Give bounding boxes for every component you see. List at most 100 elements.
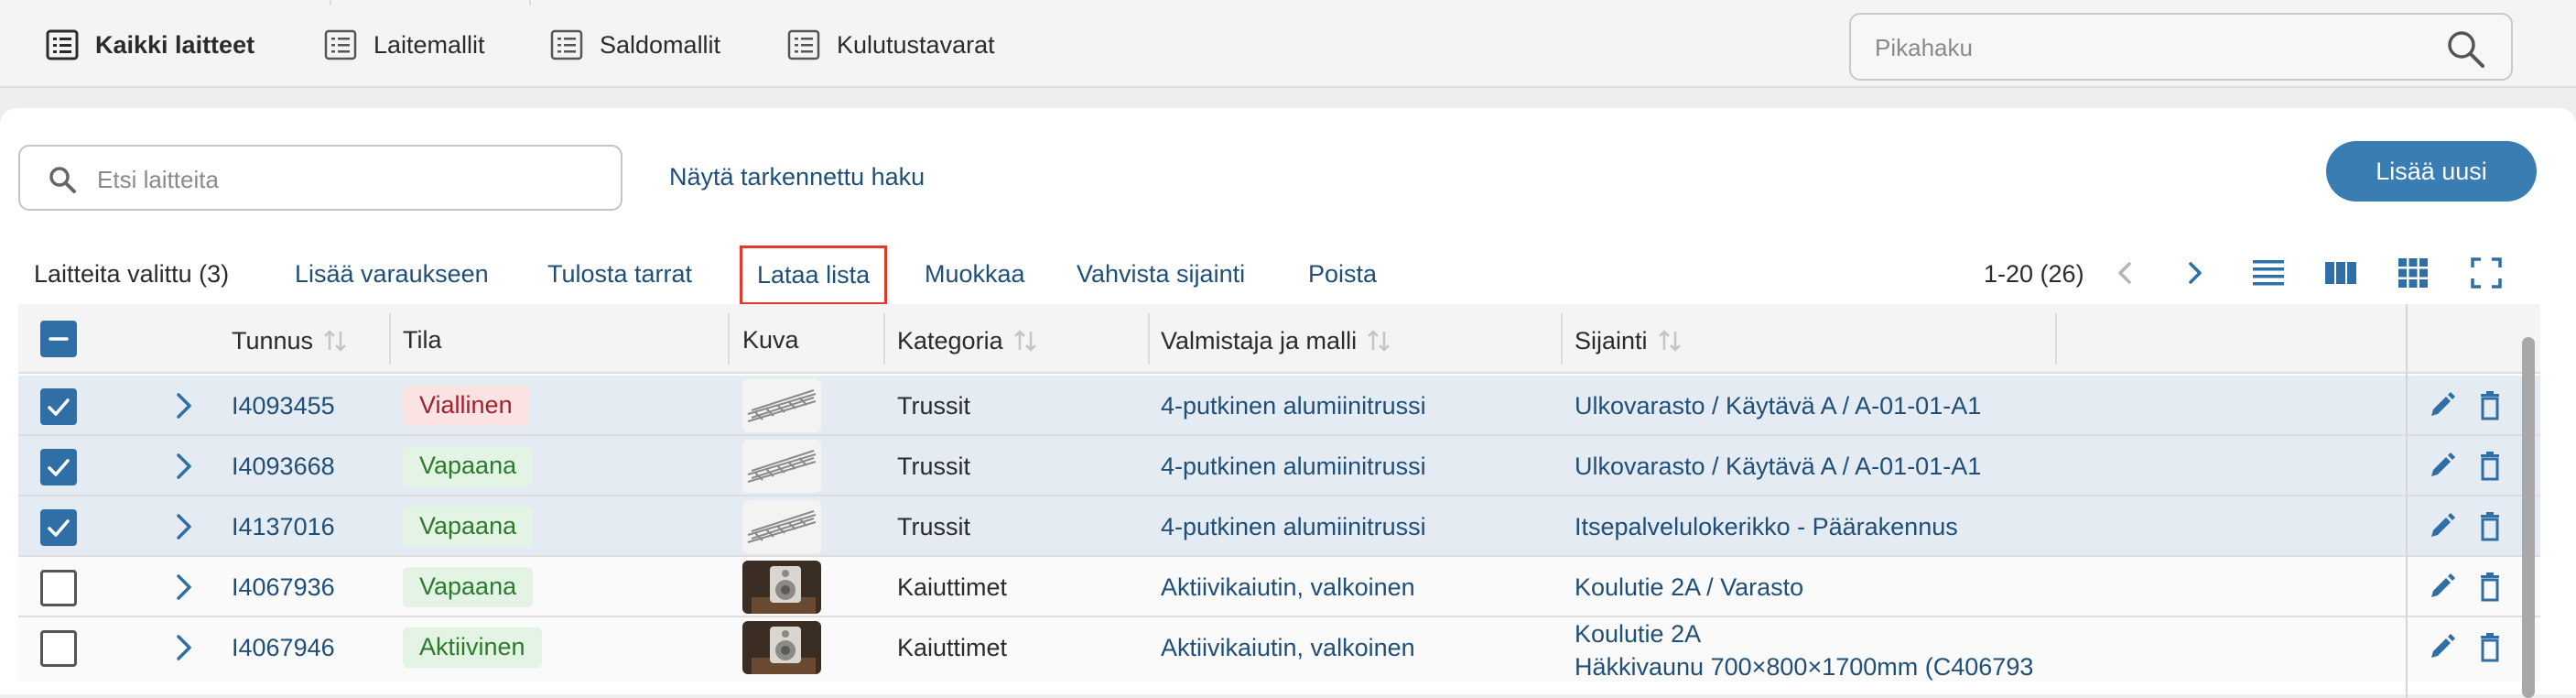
column-label: Tunnus xyxy=(232,326,314,354)
table-row[interactable]: I4067936 Vapaana Kaiuttimet Aktiivikaiut… xyxy=(18,557,2540,617)
status-badge: Viallinen xyxy=(403,386,529,426)
table-row[interactable]: I4067946 Aktiivinen Kaiuttimet Aktiivika… xyxy=(18,617,2540,682)
location-line: Häkkivaunu 700×800×1700mm (C406793 xyxy=(1575,653,2034,681)
tab-label: Kulutustavarat xyxy=(837,30,995,59)
edit-icon[interactable] xyxy=(2426,632,2457,663)
tab-divider xyxy=(330,0,531,5)
search-icon[interactable] xyxy=(2445,29,2485,68)
delete-icon[interactable] xyxy=(2474,511,2506,542)
column-label: Kategoria xyxy=(897,326,1003,354)
sort-icon[interactable] xyxy=(322,326,348,355)
device-id-link[interactable]: I4067946 xyxy=(232,634,335,662)
vertical-scrollbar[interactable] xyxy=(2522,337,2535,698)
column-header-image: Kuva xyxy=(742,326,799,354)
device-id-link[interactable]: I4137016 xyxy=(232,513,335,541)
model-link[interactable]: 4-putkinen alumiinitrussi xyxy=(1161,392,1426,420)
expand-row-icon[interactable] xyxy=(174,632,194,663)
expand-row-icon[interactable] xyxy=(174,390,194,421)
edit-icon[interactable] xyxy=(2426,572,2457,603)
add-to-reservation-action[interactable]: Lisää varaukseen xyxy=(295,260,489,289)
expand-row-icon[interactable] xyxy=(174,451,194,482)
column-header-id[interactable]: Tunnus xyxy=(232,326,348,355)
previous-page-icon[interactable] xyxy=(2109,256,2140,289)
list-view-icon[interactable] xyxy=(2250,255,2287,291)
speaker-thumbnail[interactable] xyxy=(742,621,821,674)
column-view-icon[interactable] xyxy=(2322,255,2359,291)
delete-icon[interactable] xyxy=(2474,451,2506,482)
sort-icon[interactable] xyxy=(1366,326,1391,355)
print-labels-action[interactable]: Tulosta tarrat xyxy=(547,260,692,289)
model-link[interactable]: Aktiivikaiutin, valkoinen xyxy=(1161,573,1415,602)
grid-view-icon[interactable] xyxy=(2395,255,2431,291)
truss-thumbnail[interactable] xyxy=(742,440,821,493)
table-header: Tunnus Tila Kuva Kategoria Valmistaja ja… xyxy=(18,304,2540,374)
tab-consumables[interactable]: Kulutustavarat xyxy=(787,24,995,66)
delete-action[interactable]: Poista xyxy=(1308,260,1377,289)
edit-icon[interactable] xyxy=(2426,511,2457,542)
device-id-link[interactable]: I4093455 xyxy=(232,392,335,420)
location-link[interactable]: Koulutie 2A / Varasto xyxy=(1575,573,1803,602)
row-checkbox[interactable] xyxy=(40,630,77,667)
row-checkbox[interactable] xyxy=(40,388,77,425)
delete-icon[interactable] xyxy=(2474,572,2506,603)
category-cell: Trussit xyxy=(897,453,970,480)
edit-icon[interactable] xyxy=(2426,451,2457,482)
expand-row-icon[interactable] xyxy=(174,511,194,542)
expand-row-icon[interactable] xyxy=(174,572,194,603)
location-link[interactable]: Itsepalvelulokerikko - Päärakennus xyxy=(1575,513,1958,541)
sort-icon[interactable] xyxy=(1657,326,1683,355)
confirm-location-action[interactable]: Vahvista sijainti xyxy=(1077,260,1245,289)
column-label: Valmistaja ja malli xyxy=(1161,326,1358,354)
model-link[interactable]: 4-putkinen alumiinitrussi xyxy=(1161,513,1426,541)
next-page-icon[interactable] xyxy=(2180,256,2211,289)
category-cell: Trussit xyxy=(897,392,970,420)
tab-label: Laitemallit xyxy=(373,30,485,59)
table-row[interactable]: I4093455 Viallinen Trussit 4-putkinen al… xyxy=(18,376,2540,436)
location-line: Koulutie 2A xyxy=(1575,620,1702,648)
model-link[interactable]: 4-putkinen alumiinitrussi xyxy=(1161,453,1426,481)
tab-stock-models[interactable]: Saldomallit xyxy=(550,24,720,66)
location-link[interactable]: Ulkovarasto / Käytävä A / A-01-01-A1 xyxy=(1575,392,1981,420)
truss-thumbnail[interactable] xyxy=(742,500,821,553)
delete-icon[interactable] xyxy=(2474,632,2506,663)
row-checkbox[interactable] xyxy=(40,449,77,485)
checkmark-icon xyxy=(48,519,70,537)
row-checkbox[interactable] xyxy=(40,570,77,606)
select-all-checkbox[interactable] xyxy=(40,321,77,357)
devices-card: Näytä tarkennettu haku Lisää uusi Laitte… xyxy=(0,108,2576,698)
advanced-search-link[interactable]: Näytä tarkennettu haku xyxy=(669,163,925,191)
table-row[interactable]: I4137016 Vapaana Trussit 4-putkinen alum… xyxy=(18,496,2540,557)
column-separator xyxy=(1148,313,1150,365)
column-header-status: Tila xyxy=(403,326,442,354)
speaker-thumbnail[interactable] xyxy=(742,561,821,614)
fullscreen-icon[interactable] xyxy=(2468,255,2505,291)
devices-table: Tunnus Tila Kuva Kategoria Valmistaja ja… xyxy=(18,304,2540,698)
column-label: Tila xyxy=(403,326,442,354)
checkmark-icon xyxy=(48,398,70,416)
status-badge: Vapaana xyxy=(403,446,534,486)
delete-icon[interactable] xyxy=(2474,390,2506,421)
column-header-category[interactable]: Kategoria xyxy=(897,326,1038,355)
device-search xyxy=(18,145,622,211)
category-cell: Trussit xyxy=(897,513,970,540)
edit-icon[interactable] xyxy=(2426,390,2457,421)
location-link[interactable]: Ulkovarasto / Käytävä A / A-01-01-A1 xyxy=(1575,453,1981,481)
table-row[interactable]: I4093668 Vapaana Trussit 4-putkinen alum… xyxy=(18,436,2540,496)
device-id-link[interactable]: I4067936 xyxy=(232,573,335,602)
sort-icon[interactable] xyxy=(1012,326,1038,355)
edit-action[interactable]: Muokkaa xyxy=(925,260,1025,289)
tab-all-devices[interactable]: Kaikki laitteet xyxy=(46,24,254,66)
column-header-location[interactable]: Sijainti xyxy=(1575,326,1683,355)
truss-thumbnail[interactable] xyxy=(742,379,821,432)
model-link[interactable]: Aktiivikaiutin, valkoinen xyxy=(1161,634,1415,662)
row-checkbox[interactable] xyxy=(40,509,77,546)
status-badge: Vapaana xyxy=(403,507,534,547)
quick-search-input[interactable] xyxy=(1875,27,2406,68)
download-list-action[interactable]: Lataa lista xyxy=(740,245,888,305)
location-link[interactable]: Koulutie 2A Häkkivaunu 700×800×1700mm (C… xyxy=(1575,617,2033,683)
add-new-button[interactable]: Lisää uusi xyxy=(2326,141,2537,202)
device-id-link[interactable]: I4093668 xyxy=(232,453,335,481)
tab-device-models[interactable]: Laitemallit xyxy=(324,24,485,66)
device-search-input[interactable] xyxy=(97,159,591,200)
column-header-model[interactable]: Valmistaja ja malli xyxy=(1161,326,1391,355)
